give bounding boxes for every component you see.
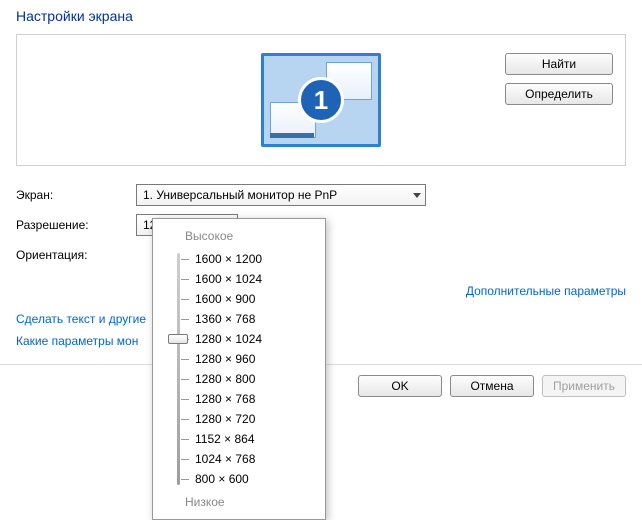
slider-tick — [181, 279, 189, 280]
resolution-option[interactable]: 1152 × 864 — [195, 429, 262, 449]
detect-button[interactable]: Определить — [505, 83, 613, 105]
slider-tick — [181, 419, 189, 420]
resolution-option[interactable]: 1280 × 800 — [195, 369, 262, 389]
chevron-down-icon — [413, 193, 421, 198]
resolution-option[interactable]: 1600 × 1024 — [195, 269, 262, 289]
slider-tick — [181, 399, 189, 400]
orientation-label: Ориентация: — [16, 248, 136, 262]
slider-high-label: Высокое — [185, 229, 317, 243]
slider-tick — [181, 459, 189, 460]
slider-tick — [181, 479, 189, 480]
resolution-option[interactable]: 1280 × 960 — [195, 349, 262, 369]
resolution-option[interactable]: 1600 × 1200 — [195, 249, 262, 269]
monitor-number: 1 — [298, 77, 344, 123]
slider-tick — [181, 299, 189, 300]
slider-tick — [181, 359, 189, 360]
screen-dropdown[interactable]: 1. Универсальный монитор не PnP — [136, 184, 426, 206]
slider-low-label: Низкое — [185, 495, 317, 509]
resolution-label: Разрешение: — [16, 218, 136, 232]
screen-dropdown-value: 1. Универсальный монитор не PnP — [143, 188, 337, 202]
resolution-option[interactable]: 1360 × 768 — [195, 309, 262, 329]
page-title: Настройки экрана — [0, 0, 642, 34]
screen-label: Экран: — [16, 188, 136, 202]
resolution-option[interactable]: 1280 × 720 — [195, 409, 262, 429]
slider-tick — [181, 379, 189, 380]
resolution-option[interactable]: 1280 × 768 — [195, 389, 262, 409]
find-button[interactable]: Найти — [505, 53, 613, 75]
ok-button[interactable]: OK — [358, 375, 442, 397]
advanced-settings-link[interactable]: Дополнительные параметры — [466, 284, 626, 298]
slider-tick — [181, 319, 189, 320]
monitor-thumbnail[interactable]: 1 — [261, 53, 381, 147]
monitor-preview-panel: 1 Найти Определить — [16, 34, 626, 166]
resolution-slider-popup: Высокое 1600 × 12001600 × 10241600 × 900… — [152, 218, 326, 520]
resolution-option[interactable]: 1600 × 900 — [195, 289, 262, 309]
slider-thumb[interactable] — [168, 334, 188, 344]
resolution-slider-track[interactable] — [161, 249, 195, 489]
apply-button[interactable]: Применить — [542, 375, 626, 397]
resolution-option[interactable]: 800 × 600 — [195, 469, 262, 489]
slider-tick — [181, 259, 189, 260]
slider-tick — [181, 439, 189, 440]
resolution-option[interactable]: 1280 × 1024 — [195, 329, 262, 349]
cancel-button[interactable]: Отмена — [450, 375, 534, 397]
resolution-option[interactable]: 1024 × 768 — [195, 449, 262, 469]
